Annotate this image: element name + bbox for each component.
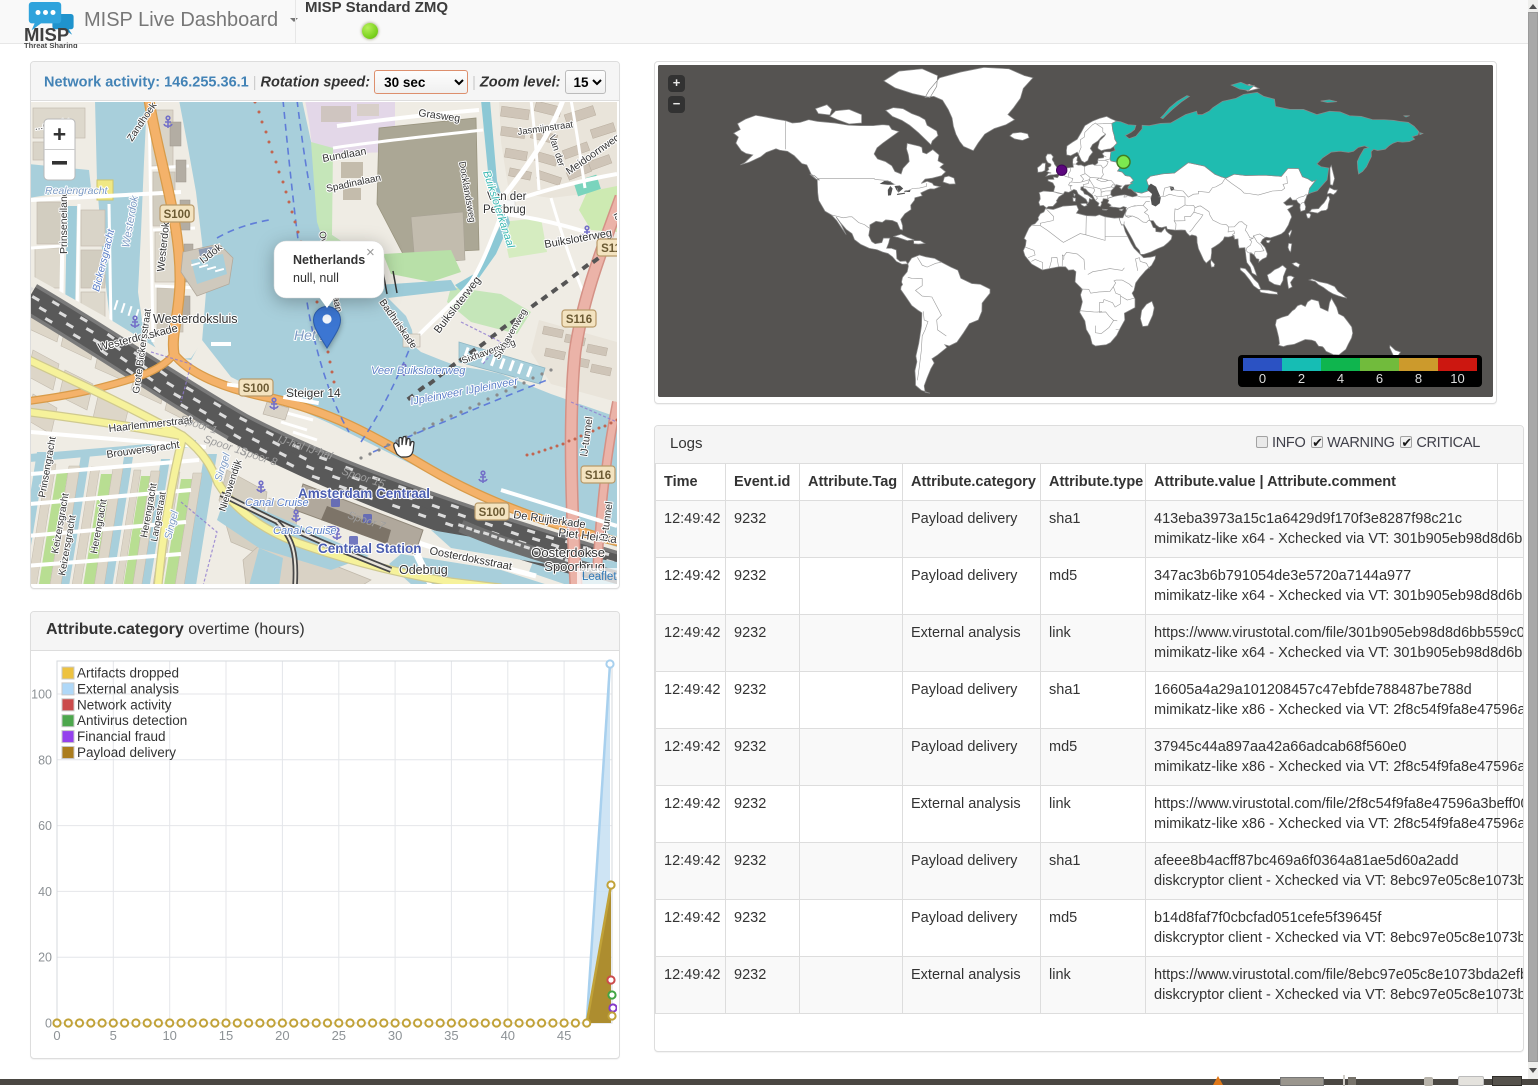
svg-text:Prinseneiland: Prinseneiland [58,190,70,254]
svg-text:Canal Cruise: Canal Cruise [245,497,309,509]
svg-text:Veer Buiksloterweg: Veer Buiksloterweg [371,365,466,377]
svg-text:20: 20 [38,951,52,965]
svg-text:Canal Cruise: Canal Cruise [273,525,337,537]
svg-text:S100: S100 [479,507,506,519]
svg-text:S11: S11 [601,243,617,255]
svg-text:Antivirus detection: Antivirus detection [77,713,187,728]
svg-text:Netherlands: Netherlands [293,253,365,267]
svg-text:Centraal Station: Centraal Station [318,541,422,556]
svg-text:20: 20 [275,1028,289,1043]
svg-text:External analysis: External analysis [77,681,179,696]
svg-text:Artifacts dropped: Artifacts dropped [77,666,179,681]
svg-text:Amsterdam Centraal: Amsterdam Centraal [298,486,430,501]
svg-text:×: × [366,244,375,261]
svg-text:Westerdoksluis: Westerdoksluis [153,312,238,326]
svg-text:S116: S116 [566,314,592,326]
svg-text:S100: S100 [243,383,270,395]
svg-text:Oosterdokse: Oosterdokse [531,545,605,560]
svg-text:Steiger 14: Steiger 14 [286,386,341,400]
svg-text:Leaflet: Leaflet [582,571,617,583]
svg-text:35: 35 [444,1028,458,1043]
svg-text:Threat Sharing: Threat Sharing [24,41,78,48]
svg-text:5: 5 [110,1028,117,1043]
svg-text:40: 40 [38,885,52,899]
svg-text:Payload delivery: Payload delivery [77,745,176,760]
svg-text:100: 100 [31,688,52,702]
svg-text:Network activity: Network activity [77,697,172,712]
svg-text:0: 0 [53,1028,60,1043]
svg-text:Financial fraud: Financial fraud [77,729,166,744]
svg-text:0: 0 [45,1017,52,1031]
svg-text:25: 25 [332,1028,346,1043]
svg-text:60: 60 [38,819,52,833]
svg-text:S116: S116 [585,470,611,482]
svg-text:45: 45 [557,1028,571,1043]
svg-text:Odebrug: Odebrug [399,563,448,577]
svg-text:80: 80 [38,753,52,767]
svg-text:30: 30 [388,1028,402,1043]
svg-text:15: 15 [219,1028,233,1043]
svg-text:40: 40 [501,1028,515,1043]
svg-text:10: 10 [162,1028,176,1043]
svg-text:null, null: null, null [293,271,339,285]
svg-text:S100: S100 [164,209,191,221]
svg-text:+: + [53,121,66,147]
svg-text:Realengracht: Realengracht [45,185,109,197]
